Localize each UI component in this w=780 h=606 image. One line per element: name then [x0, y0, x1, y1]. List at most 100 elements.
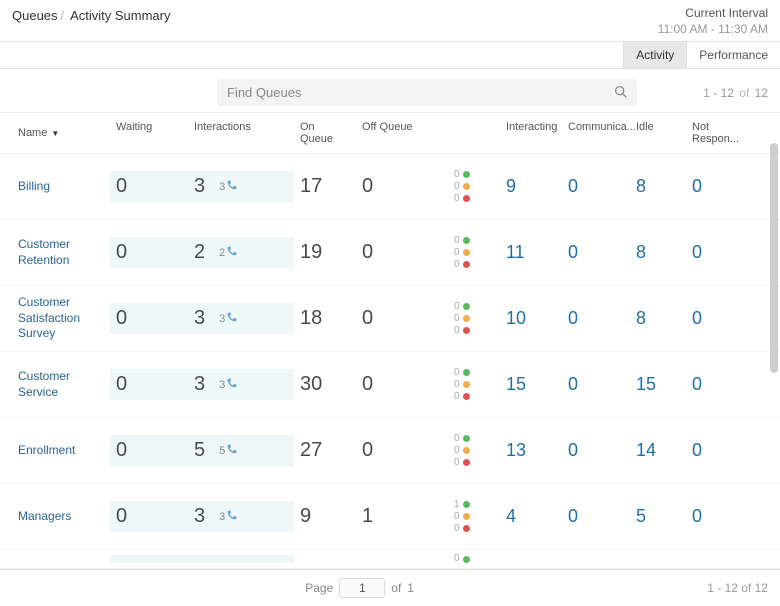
queue-name-cell: Customer Retention	[0, 233, 110, 272]
idle-cell: 5	[630, 502, 686, 531]
not-responding-cell: 0	[686, 436, 758, 465]
search-icon[interactable]	[614, 85, 627, 101]
interactions-mini: 3	[219, 180, 237, 193]
queue-link[interactable]: Customer Satisfaction Survey	[18, 295, 104, 342]
waiting-cell: 0	[110, 435, 188, 466]
waiting-cell: 0	[110, 171, 188, 202]
idle-cell: 8	[630, 238, 686, 267]
interacting-cell: 10	[500, 304, 562, 333]
off-queue-cell: 0	[356, 171, 448, 202]
queue-name-cell: Customer Satisfaction Survey	[0, 291, 110, 346]
status-cell: 000	[448, 232, 500, 274]
waiting-cell: 0	[110, 237, 188, 268]
result-range-top: 1 - 12 of 12	[703, 86, 768, 100]
waiting-cell: 0	[110, 501, 188, 532]
status-cell: 000	[448, 166, 500, 208]
col-interacting[interactable]: Interacting	[500, 119, 562, 147]
idle-cell: 14	[630, 436, 686, 465]
on-queue-cell: 19	[294, 237, 356, 268]
not-responding-cell: 0	[686, 304, 758, 333]
queue-link[interactable]: Enrollment	[18, 443, 75, 459]
view-tabs: Activity Performance	[0, 42, 780, 69]
queue-link[interactable]: Customer Service	[18, 369, 104, 400]
col-communicating[interactable]: Communica...	[562, 119, 630, 147]
status-dot-red	[463, 327, 470, 334]
status-cell: 0	[448, 550, 500, 568]
table-body: Billing033 1700009080Customer Retention0…	[0, 154, 780, 569]
status-dot-red	[463, 393, 470, 400]
interval-time: 11:00 AM - 11:30 AM	[658, 22, 768, 38]
status-dot-yellow	[463, 183, 470, 190]
table-row: Customer Service033 300000150150	[0, 352, 780, 418]
communicating-cell: 0	[562, 436, 630, 465]
status-dot-yellow	[463, 315, 470, 322]
phone-icon	[227, 246, 237, 259]
interacting-cell: 13	[500, 436, 562, 465]
col-off-queue[interactable]: Off Queue	[356, 119, 448, 147]
interactions-mini: 2	[219, 246, 237, 259]
on-queue-cell: 17	[294, 171, 356, 202]
status-dot-yellow	[463, 447, 470, 454]
table-row: Managers033 911004050	[0, 484, 780, 550]
col-interactions[interactable]: Interactions	[188, 119, 294, 147]
status-dot-green	[463, 171, 470, 178]
breadcrumb-root[interactable]: Queues	[12, 8, 58, 23]
status-dot-green	[463, 369, 470, 376]
total-pages: 1	[407, 581, 414, 595]
vertical-scrollbar[interactable]	[770, 143, 778, 373]
interactions-cell: 55	[188, 435, 294, 466]
status-dot-red	[463, 195, 470, 202]
waiting-cell: 0	[110, 303, 188, 334]
table-header: Name ▼ Waiting Interactions On Queue Off…	[0, 113, 780, 154]
col-idle[interactable]: Idle	[630, 119, 686, 147]
on-queue-cell: 30	[294, 369, 356, 400]
col-waiting[interactable]: Waiting	[110, 119, 188, 147]
status-dot-green	[463, 303, 470, 310]
status-dot-yellow	[463, 249, 470, 256]
interacting-cell: 11	[500, 238, 562, 267]
tab-activity[interactable]: Activity	[623, 42, 686, 68]
interacting-cell: 15	[500, 370, 562, 399]
on-queue-cell: 27	[294, 435, 356, 466]
phone-icon	[227, 312, 237, 325]
interacting-cell: 4	[500, 502, 562, 531]
tab-performance[interactable]: Performance	[686, 42, 780, 68]
queue-link[interactable]: Managers	[18, 509, 71, 525]
status-dot-red	[463, 261, 470, 268]
status-dot-green	[463, 237, 470, 244]
status-cell: 100	[448, 496, 500, 538]
status-dot-green	[463, 556, 470, 563]
table-row: Customer Satisfaction Survey033 18000010…	[0, 286, 780, 352]
breadcrumb: Queues/ Activity Summary	[12, 8, 170, 23]
interactions-cell: 33	[188, 501, 294, 532]
phone-icon	[227, 180, 237, 193]
of-label: of	[391, 581, 401, 595]
page-input[interactable]	[339, 578, 385, 598]
status-cell: 000	[448, 430, 500, 472]
breadcrumb-current: Activity Summary	[70, 8, 170, 23]
status-dot-yellow	[463, 513, 470, 520]
queues-table: Name ▼ Waiting Interactions On Queue Off…	[0, 112, 780, 570]
status-cell: 000	[448, 298, 500, 340]
result-range-bottom: 1 - 12 of 12	[707, 581, 768, 595]
interactions-mini: 3	[219, 378, 237, 391]
search-box	[217, 79, 637, 106]
interacting-cell: 9	[500, 172, 562, 201]
phone-icon	[227, 378, 237, 391]
col-not-responding[interactable]: Not Respon...	[686, 119, 758, 147]
breadcrumb-sep: /	[61, 8, 65, 23]
col-name[interactable]: Name ▼	[0, 119, 110, 147]
table-row: Customer Retention022 19000011080	[0, 220, 780, 286]
queue-link[interactable]: Billing	[18, 179, 50, 195]
page-label: Page	[305, 581, 333, 595]
status-dot-red	[463, 459, 470, 466]
queue-link[interactable]: Customer Retention	[18, 237, 104, 268]
not-responding-cell: 0	[686, 172, 758, 201]
off-queue-cell: 0	[356, 435, 448, 466]
table-row-partial: 0	[0, 550, 780, 569]
off-queue-cell: 1	[356, 501, 448, 532]
search-input[interactable]	[217, 79, 637, 106]
status-dot-red	[463, 525, 470, 532]
idle-cell: 15	[630, 370, 686, 399]
col-on-queue[interactable]: On Queue	[294, 119, 356, 147]
